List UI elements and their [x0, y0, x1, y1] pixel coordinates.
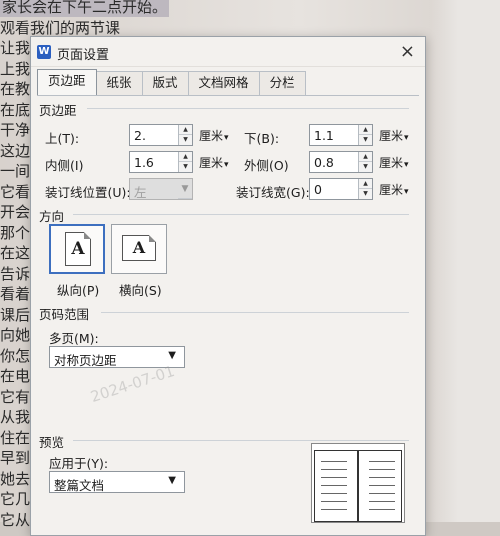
document-line: 开会: [0, 203, 31, 221]
dialog-title: 页面设置: [57, 48, 110, 63]
bottom-margin-label: 下(B):: [244, 131, 280, 146]
gutter-position-label: 装订线位置(U):: [45, 185, 131, 200]
orientation-section-title: 方向: [39, 209, 65, 224]
apply-to-label: 应用于(Y):: [49, 456, 109, 471]
landscape-option[interactable]: A: [111, 224, 167, 274]
document-line: 告诉: [0, 264, 31, 283]
spin-down-icon[interactable]: ▼: [179, 162, 192, 172]
document-line: 上我: [0, 59, 31, 78]
bottom-margin-input[interactable]: 1.1 ▲ ▼: [309, 124, 373, 146]
spin-down-icon[interactable]: ▼: [359, 135, 372, 145]
document-line: 它几: [0, 490, 31, 508]
chevron-down-icon: ▼: [178, 179, 192, 199]
document-line: 它从: [0, 510, 31, 529]
spin-up-icon[interactable]: ▲: [179, 152, 192, 162]
chevron-down-icon: ▼: [168, 475, 176, 486]
spin-up-icon[interactable]: ▲: [179, 125, 192, 135]
outside-margin-input[interactable]: 0.8 ▲ ▼: [309, 151, 373, 173]
spin-down-icon[interactable]: ▼: [179, 135, 192, 145]
document-line: 那个: [0, 223, 31, 242]
bottom-margin-unit[interactable]: 厘米: [379, 127, 409, 144]
chevron-down-icon: ▼: [168, 350, 176, 361]
gutter-width-label: 装订线宽(G):: [236, 185, 310, 200]
portrait-page-icon: A: [65, 232, 91, 266]
spin-up-icon[interactable]: ▲: [359, 179, 372, 189]
document-line: 住在: [0, 428, 31, 447]
top-margin-input[interactable]: 2. ▲ ▼: [129, 124, 193, 146]
pages-section-title: 页码范围: [39, 307, 90, 322]
outside-margin-label: 外侧(O): [244, 158, 289, 173]
document-line: 她去: [0, 469, 31, 488]
tab-document-grid[interactable]: 文档网格: [187, 71, 260, 95]
spin-up-icon[interactable]: ▲: [359, 152, 372, 162]
gutter-width-unit[interactable]: 厘米: [379, 181, 409, 198]
document-line: 向她: [0, 326, 31, 344]
dialog-titlebar[interactable]: W 页面设置 ×: [31, 37, 425, 67]
close-icon[interactable]: ×: [400, 41, 415, 62]
portrait-option[interactable]: A: [49, 224, 105, 274]
apply-to-select[interactable]: 整篇文档 ▼: [49, 471, 185, 493]
preview-section-title: 预览: [39, 435, 65, 450]
gutter-width-input[interactable]: 0 ▲ ▼: [309, 178, 373, 200]
document-line: 在教: [0, 80, 31, 98]
inside-margin-label: 内侧(I): [45, 158, 84, 173]
document-line: 这边: [0, 141, 31, 160]
document-line: 早到: [0, 449, 31, 467]
gutter-position-select: 左 ▼: [129, 178, 193, 200]
top-margin-unit[interactable]: 厘米: [199, 127, 229, 144]
top-margin-label: 上(T):: [45, 131, 80, 146]
wps-writer-icon: W: [37, 45, 51, 59]
page-preview: [311, 443, 405, 523]
document-line: 在电: [0, 367, 31, 385]
inside-margin-input[interactable]: 1.6 ▲ ▼: [129, 151, 193, 173]
document-line: 从我: [0, 408, 31, 426]
document-line: 在这: [0, 244, 31, 262]
outside-margin-unit[interactable]: 厘米: [379, 154, 409, 171]
document-line: 干净: [0, 121, 31, 139]
landscape-page-icon: A: [122, 235, 156, 261]
tab-columns[interactable]: 分栏: [258, 71, 306, 95]
spin-down-icon[interactable]: ▼: [359, 162, 372, 172]
tab-bar: 页边距 纸张 版式 文档网格 分栏: [37, 69, 306, 95]
document-line: 观看我们的两节课: [0, 18, 121, 37]
tab-paper[interactable]: 纸张: [95, 71, 143, 95]
page-setup-dialog: W 页面设置 × 页边距 纸张 版式 文档网格 分栏 页边距 上(T): 2. …: [30, 36, 426, 536]
document-line: 家长会在下午二点开始。: [0, 0, 170, 17]
spin-up-icon[interactable]: ▲: [359, 125, 372, 135]
document-line: 你怎: [0, 346, 31, 365]
margins-section-title: 页边距: [39, 103, 77, 118]
spin-down-icon[interactable]: ▼: [359, 189, 372, 199]
inside-margin-unit[interactable]: 厘米: [199, 154, 229, 171]
multiple-pages-label: 多页(M):: [49, 331, 99, 346]
document-line: 它看: [0, 182, 31, 201]
document-line: 让我: [0, 39, 31, 57]
document-line: 在底: [0, 100, 31, 119]
portrait-label[interactable]: 纵向(P): [57, 280, 99, 299]
document-line: 看着: [0, 285, 31, 303]
document-line: 一间: [0, 162, 31, 180]
landscape-label[interactable]: 横向(S): [119, 280, 162, 299]
preview-left-page: [314, 450, 358, 522]
document-line: 它有: [0, 387, 31, 406]
tab-margins[interactable]: 页边距: [37, 69, 97, 95]
document-right-area: [430, 0, 500, 522]
document-line: 课后: [0, 305, 31, 324]
tab-layout[interactable]: 版式: [141, 71, 189, 95]
preview-right-page: [358, 450, 402, 522]
